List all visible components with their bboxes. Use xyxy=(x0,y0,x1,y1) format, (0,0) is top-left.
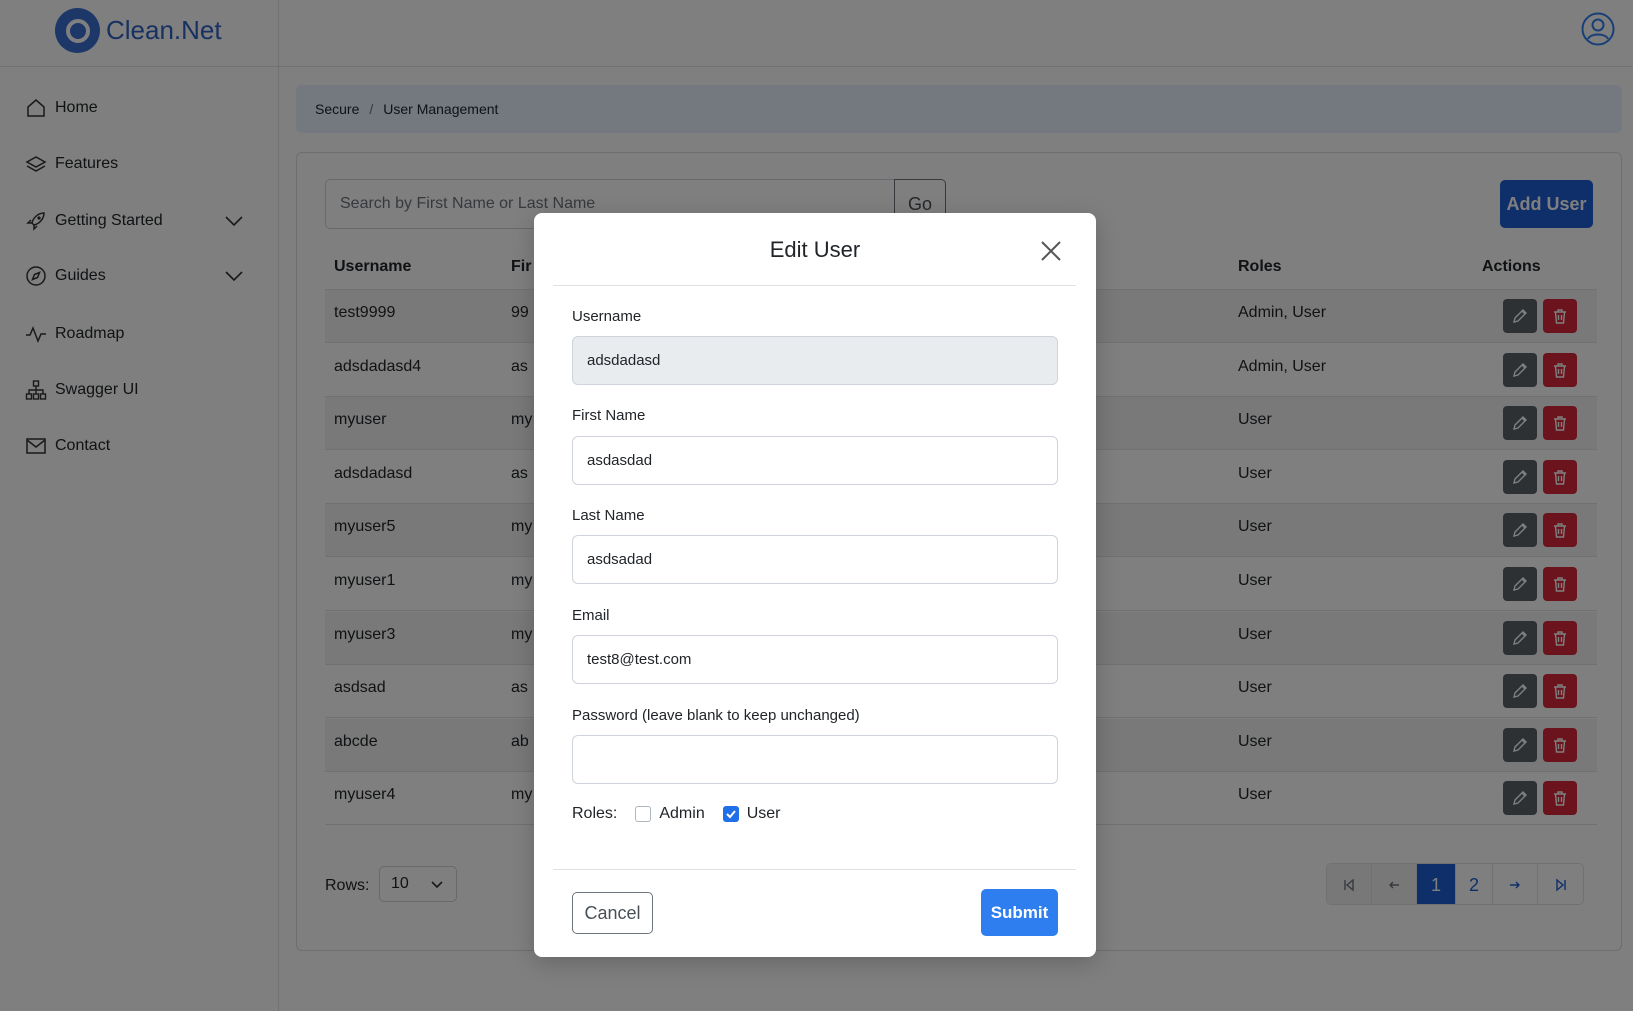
admin-role-label[interactable]: Admin xyxy=(659,805,704,823)
roles-group: Roles: Admin User xyxy=(572,805,781,823)
password-field[interactable] xyxy=(572,735,1058,784)
edit-user-modal: Edit User Username adsdadasd First Name … xyxy=(534,213,1096,957)
last-name-field[interactable]: asdsadad xyxy=(572,535,1058,584)
submit-button[interactable]: Submit xyxy=(981,889,1058,936)
modal-header-divider xyxy=(553,285,1076,286)
user-checkbox[interactable] xyxy=(722,806,739,822)
username-label: Username xyxy=(572,308,642,325)
cancel-button[interactable]: Cancel xyxy=(572,892,653,934)
modal-footer-divider xyxy=(553,869,1076,870)
username-field: adsdadasd xyxy=(572,336,1058,385)
modal-title: Edit User xyxy=(769,237,861,262)
roles-label: Roles: xyxy=(572,805,618,822)
last-name-label: Last Name xyxy=(572,507,645,524)
email-field[interactable]: test8@test.com xyxy=(572,635,1058,684)
admin-checkbox[interactable] xyxy=(635,806,652,822)
first-name-field[interactable]: asdasdad xyxy=(572,436,1058,485)
user-role-label[interactable]: User xyxy=(747,805,781,823)
first-name-label: First Name xyxy=(572,407,646,424)
email-label: Email xyxy=(572,607,610,624)
checkmark-icon xyxy=(726,810,736,819)
close-icon[interactable] xyxy=(1038,238,1064,264)
password-label: Password (leave blank to keep unchanged) xyxy=(572,707,860,724)
